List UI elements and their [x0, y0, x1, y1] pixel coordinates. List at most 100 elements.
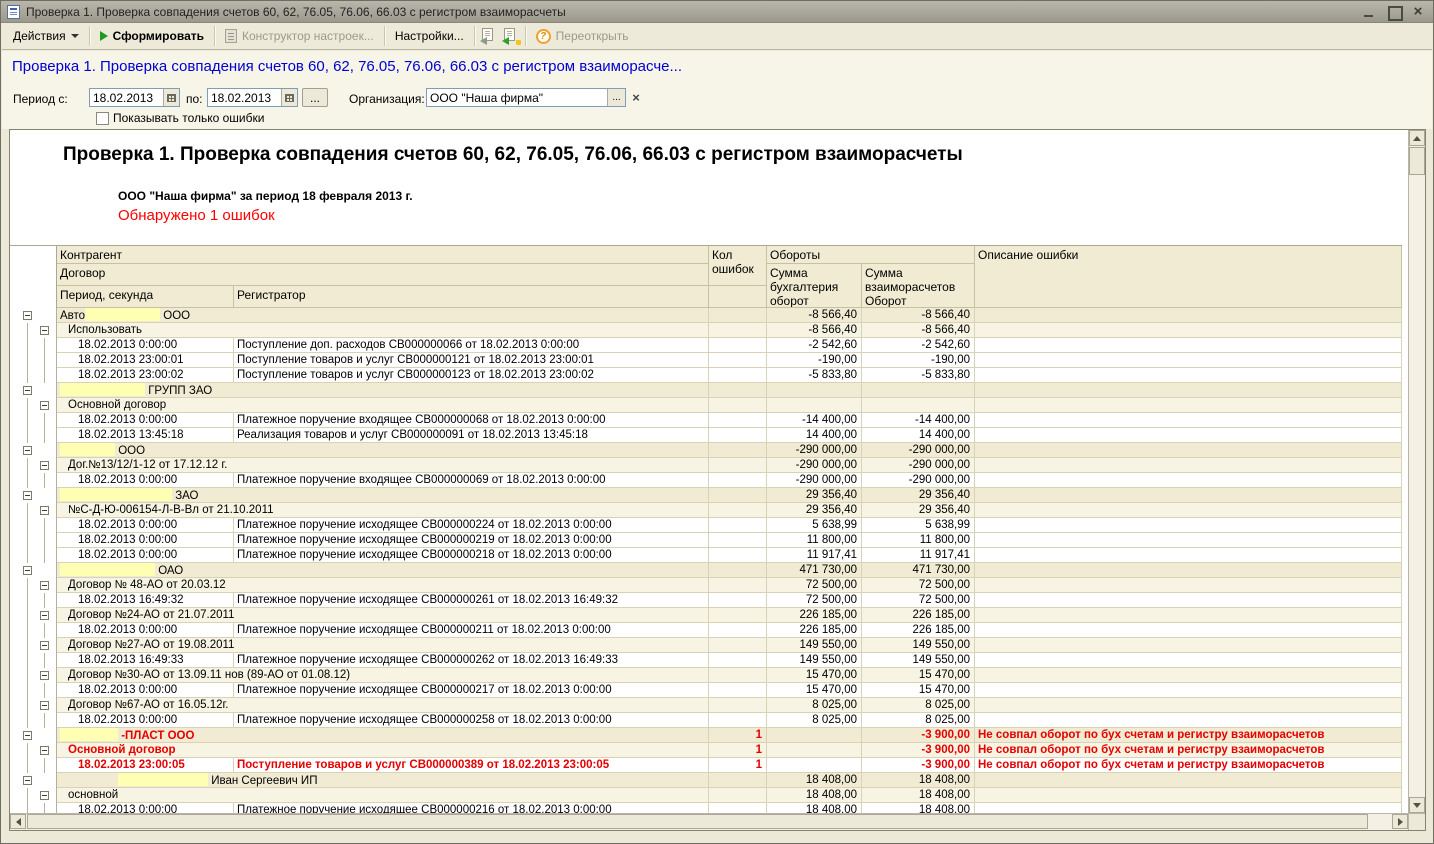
table-row[interactable]: Иван Сергеевич ИП 18 408,00 18 408,00: [10, 773, 1402, 788]
table-row[interactable]: №С-Д-Ю-006154-Л-В-Вл от 21.10.2011 29 356…: [10, 503, 1402, 518]
minimize-button[interactable]: [1363, 6, 1377, 18]
table-row[interactable]: Дог.№13/12/1-12 от 17.12.12 г. -290 000,0…: [10, 458, 1402, 473]
table-row[interactable]: ОАО 471 730,00 471 730,00: [10, 563, 1402, 578]
table-row[interactable]: 18.02.2013 23:00:02 Поступление товаров и…: [10, 368, 1402, 383]
table-row[interactable]: 18.02.2013 0:00:00 Поступление доп. расхо…: [10, 338, 1402, 353]
group-cell: Договор №30-АО от 13.09.11 нов (89-АО от…: [57, 668, 709, 683]
load-settings-button[interactable]: [478, 26, 500, 46]
period-from-input[interactable]: [90, 90, 163, 105]
generate-label: Сформировать: [112, 29, 204, 43]
horizontal-scrollbar[interactable]: [10, 813, 1408, 830]
collapse-icon[interactable]: [40, 401, 49, 410]
group-cell: Основной договор: [57, 398, 709, 413]
organization-input[interactable]: [427, 90, 607, 105]
horizontal-scroll-thumb[interactable]: [27, 814, 1368, 829]
period-to-input[interactable]: [208, 90, 281, 105]
collapse-icon[interactable]: [40, 671, 49, 680]
actions-button[interactable]: Действия: [6, 26, 86, 46]
table-row[interactable]: Основной договор: [10, 398, 1402, 413]
table-row[interactable]: 18.02.2013 0:00:00 Платежное поручение ис…: [10, 683, 1402, 698]
collapse-icon[interactable]: [23, 566, 32, 575]
table-row[interactable]: 18.02.2013 13:45:18 Реализация товаров и …: [10, 428, 1402, 443]
registrar-cell: Платежное поручение исходящее СВ00000021…: [234, 533, 709, 548]
table-row[interactable]: -ПЛАСТ ООО 1 -3 900,00 Не совпал оборот по …: [10, 728, 1402, 743]
table-row[interactable]: 18.02.2013 0:00:00 Платежное поручение ис…: [10, 548, 1402, 563]
error-description-cell: [975, 323, 1402, 338]
tree-margin: [10, 246, 57, 308]
table-row[interactable]: 18.02.2013 0:00:00 Платежное поручение вх…: [10, 413, 1402, 428]
table-row[interactable]: 18.02.2013 0:00:00 Платежное поручение ис…: [10, 518, 1402, 533]
collapse-icon[interactable]: [40, 641, 49, 650]
collapse-icon[interactable]: [23, 386, 32, 395]
calendar-icon[interactable]: [163, 89, 179, 106]
collapse-icon[interactable]: [40, 701, 49, 710]
collapse-icon[interactable]: [23, 731, 32, 740]
collapse-icon[interactable]: [40, 746, 49, 755]
collapse-icon[interactable]: [23, 776, 32, 785]
reopen-button[interactable]: ? Переоткрыть: [529, 26, 636, 47]
sum-accounting-cell: 72 500,00: [767, 578, 862, 593]
scroll-down-button[interactable]: [1409, 797, 1425, 813]
organization-clear-button[interactable]: ×: [628, 88, 644, 107]
vertical-scroll-thumb[interactable]: [1409, 147, 1425, 175]
scroll-left-button[interactable]: [10, 814, 26, 829]
table-row[interactable]: Договор № 48-АО от 20.03.12 72 500,00 72 5…: [10, 578, 1402, 593]
collapse-icon[interactable]: [40, 326, 49, 335]
sum-settlements-cell: -8 566,40: [862, 308, 975, 323]
table-row[interactable]: 18.02.2013 23:00:01 Поступление товаров и…: [10, 353, 1402, 368]
sum-accounting-cell: 5 638,99: [767, 518, 862, 533]
table-row[interactable]: 18.02.2013 0:00:00 Платежное поручение вх…: [10, 473, 1402, 488]
collapse-icon[interactable]: [23, 311, 32, 320]
settings-button[interactable]: Настройки...: [388, 26, 471, 46]
table-row[interactable]: Договор №24-АО от 21.07.2011 226 185,00 22…: [10, 608, 1402, 623]
table-row[interactable]: Авто ООО -8 566,40 -8 566,40: [10, 308, 1402, 323]
table-row[interactable]: 18.02.2013 0:00:00 Платежное поручение ис…: [10, 623, 1402, 638]
tree-cell: [10, 773, 57, 788]
error-description-cell: [975, 683, 1402, 698]
error-count-cell: [709, 773, 767, 788]
scroll-right-button[interactable]: [1392, 814, 1408, 829]
calendar-icon[interactable]: [281, 89, 297, 106]
report-canvas[interactable]: Проверка 1. Проверка совпадения счетов 6…: [10, 130, 1408, 813]
table-row[interactable]: Договор №30-АО от 13.09.11 нов (89-АО от…: [10, 668, 1402, 683]
collapse-icon[interactable]: [40, 581, 49, 590]
table-row[interactable]: 18.02.2013 23:00:05 Поступление товаров и…: [10, 758, 1402, 773]
sum-accounting-cell: 18 408,00: [767, 773, 862, 788]
table-row[interactable]: 18.02.2013 16:49:33 Платежное поручение и…: [10, 653, 1402, 668]
table-row[interactable]: 18.02.2013 0:00:00 Платежное поручение ис…: [10, 803, 1402, 813]
collapse-icon[interactable]: [23, 446, 32, 455]
tree-cell: [10, 653, 57, 668]
table-row[interactable]: ГРУПП ЗАО: [10, 383, 1402, 398]
vertical-scrollbar[interactable]: [1408, 130, 1425, 813]
maximize-button[interactable]: [1387, 5, 1403, 21]
period-cell: 18.02.2013 0:00:00: [57, 623, 234, 638]
table-row[interactable]: Основной договор 1 -3 900,00 Не совпал обор…: [10, 743, 1402, 758]
collapse-icon[interactable]: [40, 461, 49, 470]
table-row[interactable]: 18.02.2013 0:00:00 Платежное поручение ис…: [10, 533, 1402, 548]
table-row[interactable]: Использовать -8 566,40 -8 566,40: [10, 323, 1402, 338]
toolbar-separator: [473, 26, 475, 46]
table-row[interactable]: ООО -290 000,00 -290 000,00: [10, 443, 1402, 458]
generate-button[interactable]: Сформировать: [93, 26, 211, 46]
collapse-icon[interactable]: [40, 611, 49, 620]
collapse-icon[interactable]: [40, 791, 49, 800]
save-settings-button[interactable]: [500, 26, 522, 46]
error-count-cell: [709, 488, 767, 503]
table-row[interactable]: 18.02.2013 0:00:00 Платежное поручение ис…: [10, 713, 1402, 728]
close-button[interactable]: ×: [1411, 4, 1425, 19]
show-errors-only-checkbox[interactable]: [96, 111, 109, 125]
period-from-label: Период с:: [13, 92, 68, 106]
scroll-up-button[interactable]: [1409, 130, 1425, 146]
table-row[interactable]: основной 18 408,00 18 408,00: [10, 788, 1402, 803]
collapse-icon[interactable]: [23, 491, 32, 500]
collapse-icon[interactable]: [40, 506, 49, 515]
table-row[interactable]: Договор №27-АО от 19.08.2011 149 550,00 14…: [10, 638, 1402, 653]
settings-constructor-button[interactable]: Конструктор настроек...: [218, 26, 381, 46]
sum-accounting-cell: -190,00: [767, 353, 862, 368]
table-row[interactable]: 18.02.2013 16:49:32 Платежное поручение и…: [10, 593, 1402, 608]
table-row[interactable]: ЗАО 29 356,40 29 356,40: [10, 488, 1402, 503]
organization-more-button[interactable]: ...: [607, 89, 625, 106]
period-more-button[interactable]: ...: [302, 88, 328, 107]
error-description-cell: [975, 353, 1402, 368]
table-row[interactable]: Договор №67-АО от 16.05.12г. 8 025,00 8 02…: [10, 698, 1402, 713]
